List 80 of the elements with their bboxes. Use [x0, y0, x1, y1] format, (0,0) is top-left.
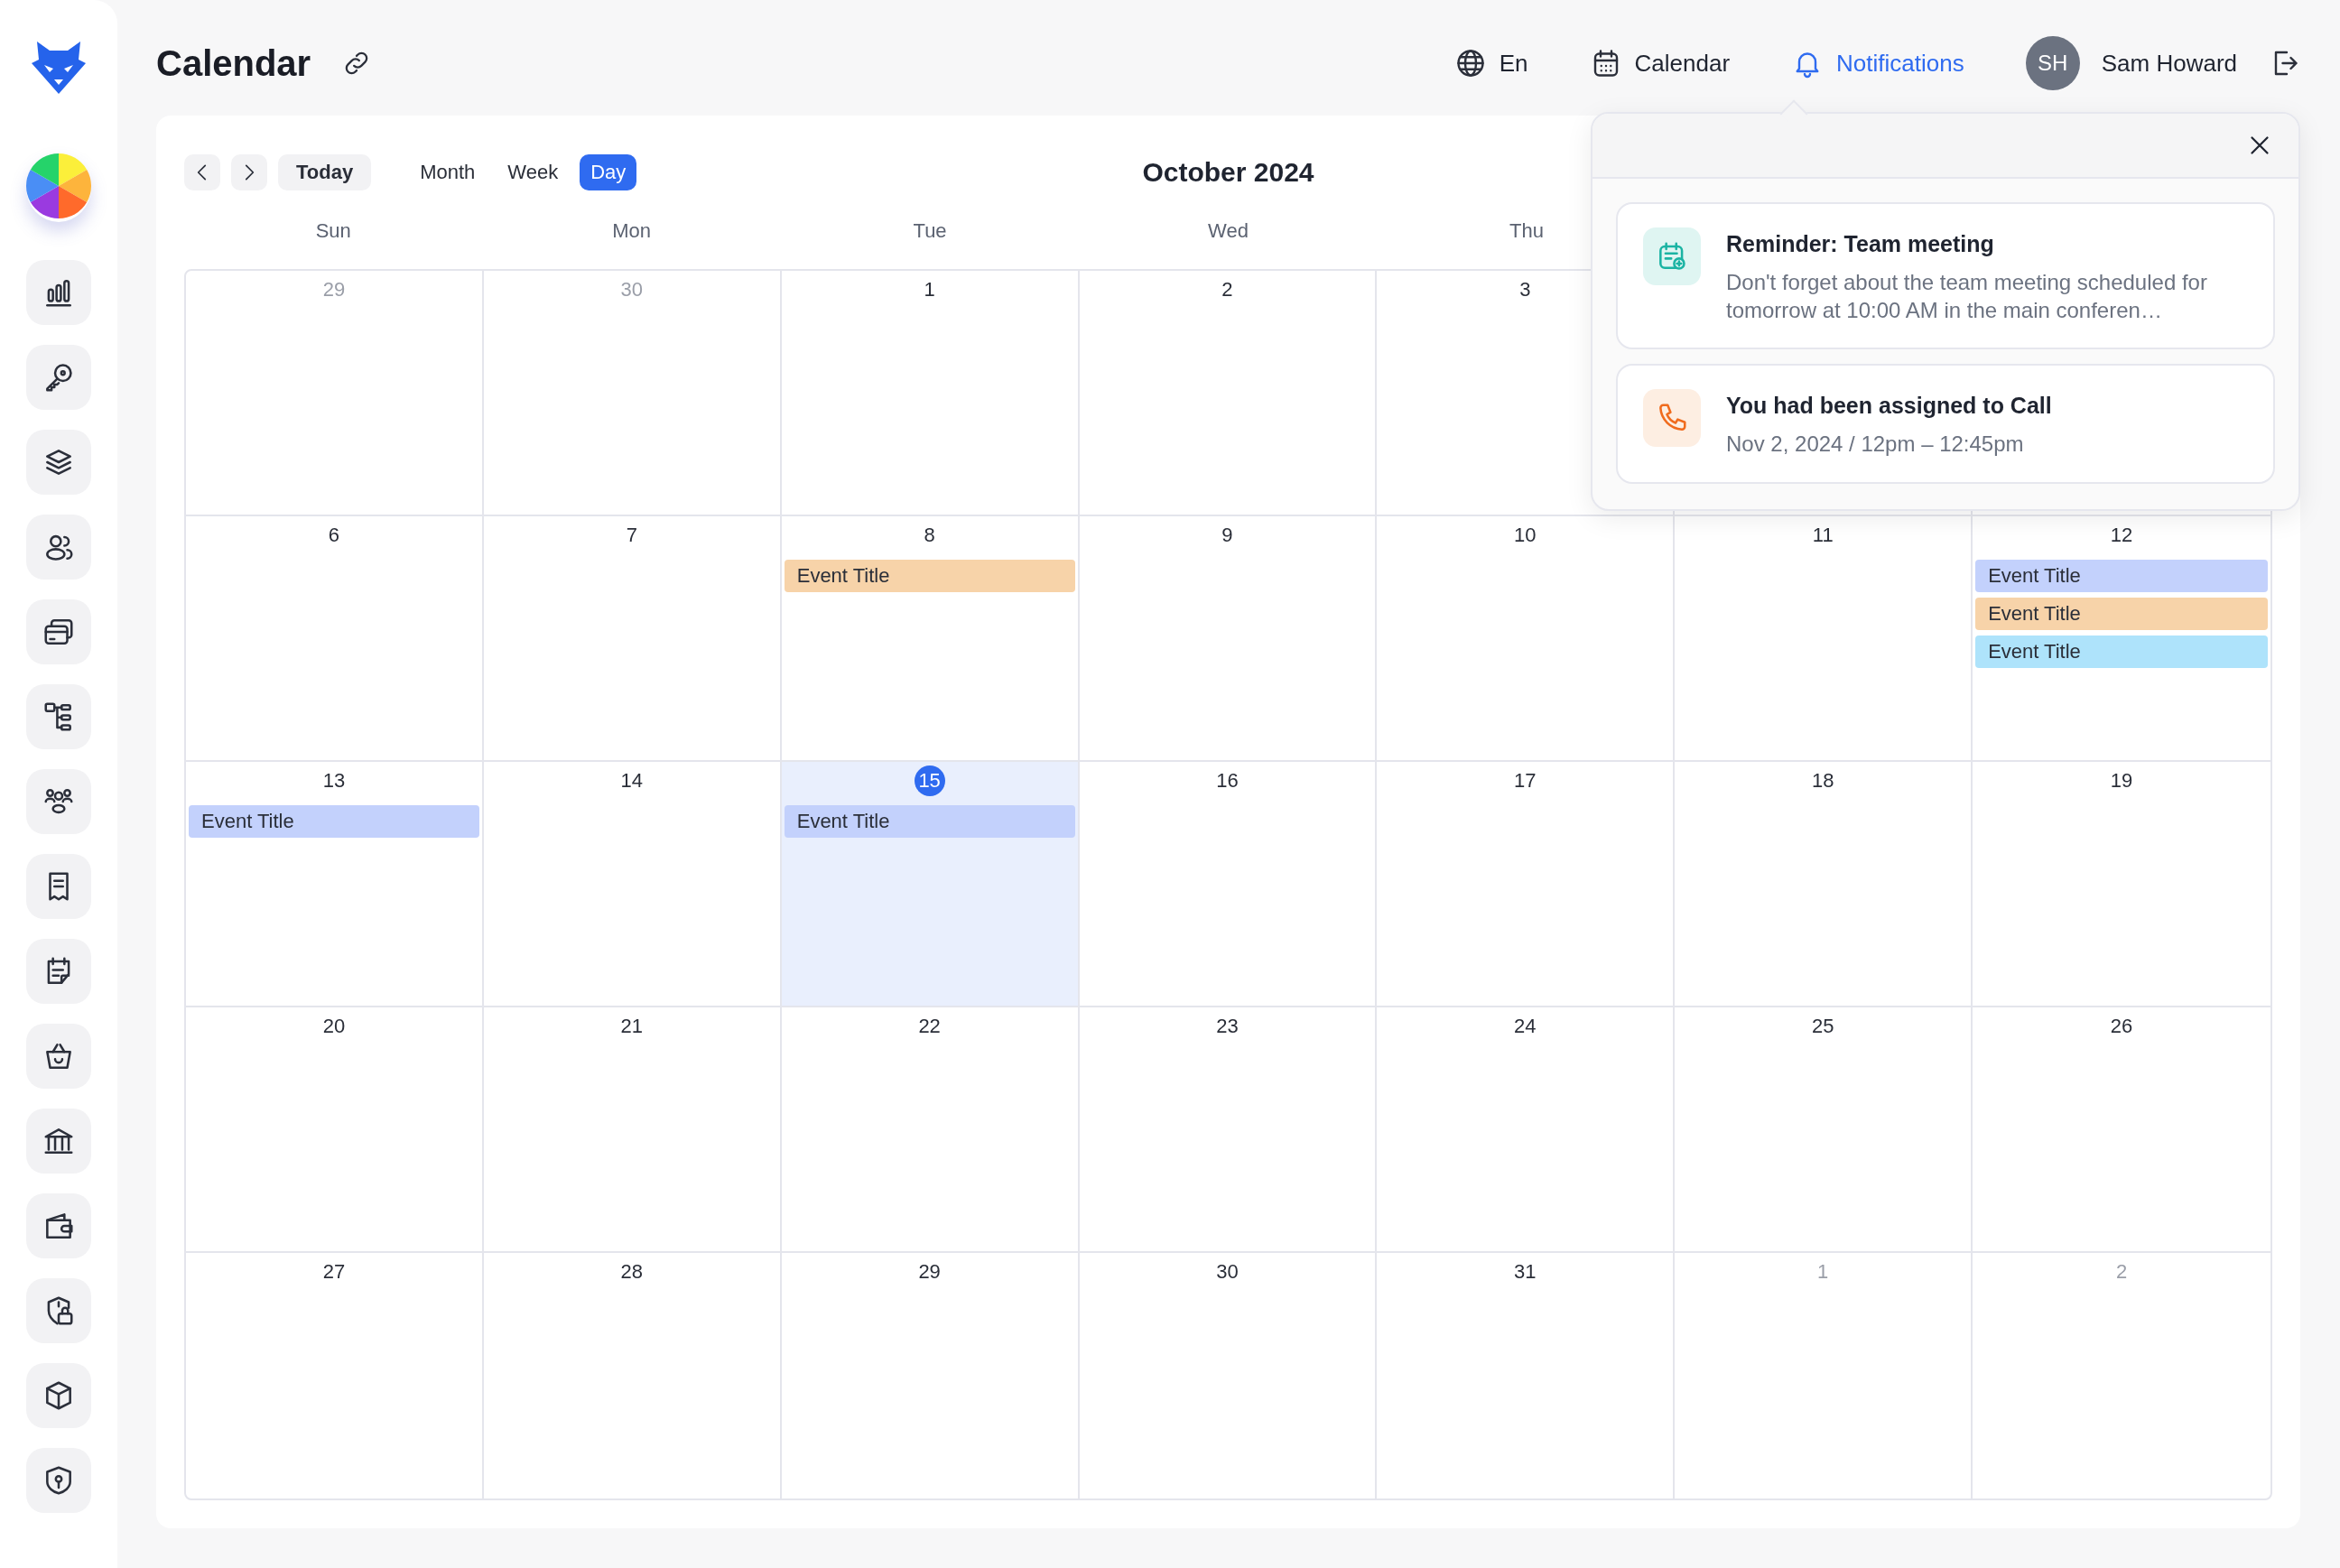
day-number: 16: [1215, 768, 1240, 793]
sidebar-button[interactable]: [26, 1278, 91, 1343]
next-button[interactable]: [231, 154, 267, 190]
day-number: 31: [1513, 1259, 1537, 1285]
nav-link[interactable]: En: [1453, 47, 1528, 79]
day-number: 21: [619, 1014, 644, 1039]
notification-title: You had been assigned to Call: [1726, 393, 2052, 420]
day-number: 7: [625, 523, 638, 548]
notification-text: Don't forget about the team meeting scheduled for tomorrow at 10:00 AM in the main conferen…: [1726, 269, 2208, 325]
user-avatar[interactable]: SH: [2025, 36, 2080, 90]
day-number: 19: [2109, 768, 2134, 793]
day-number: 28: [619, 1259, 644, 1285]
day-number: 29: [321, 277, 347, 302]
sidebar-button[interactable]: [26, 1109, 91, 1174]
period-title: October 2024: [1142, 157, 1314, 187]
day-number: 14: [619, 768, 644, 793]
day-number: 24: [1513, 1014, 1537, 1039]
view-tab[interactable]: Week: [497, 154, 570, 190]
day-number: 9: [1221, 523, 1234, 548]
day-number: 17: [1513, 768, 1537, 793]
color-wheel-icon[interactable]: [26, 153, 91, 218]
day-number: 25: [1810, 1014, 1835, 1039]
notification-card[interactable]: Reminder: Team meeting Don't forget about the team meeting scheduled for tomorrow at 10:00 AM in the main conferen…: [1616, 202, 2275, 350]
sidebar-button[interactable]: [26, 345, 91, 410]
day-number: 23: [1215, 1014, 1240, 1039]
nav-link[interactable]: Calendar: [1589, 47, 1731, 79]
day-number: 18: [1810, 768, 1835, 793]
sidebar-button[interactable]: [26, 430, 91, 495]
sidebar-button[interactable]: [26, 684, 91, 749]
weekday-label: Thu: [1509, 219, 1544, 242]
day-number: 22: [917, 1014, 942, 1039]
sidebar-button[interactable]: [26, 260, 91, 325]
event-chip[interactable]: Event Title: [784, 805, 1075, 838]
event-chip[interactable]: Event Title: [784, 560, 1075, 592]
day-number: 2: [2114, 1259, 2129, 1285]
event-chip[interactable]: Event Title: [1975, 598, 2268, 630]
sidebar-button[interactable]: [26, 769, 91, 834]
weekday-label: Wed: [1208, 219, 1249, 242]
previous-button[interactable]: [184, 154, 220, 190]
day-number: 2: [1221, 277, 1234, 302]
day-number: 20: [321, 1014, 347, 1039]
event-chip[interactable]: Event Title: [1975, 636, 2268, 668]
notification-card[interactable]: You had been assigned to Call Nov 2, 2024 / 12pm – 12:45pm: [1616, 364, 2275, 484]
weekday-label: Mon: [612, 219, 652, 242]
day-number: 30: [1215, 1259, 1240, 1285]
day-number: 26: [2109, 1014, 2134, 1039]
day-number: 15: [914, 765, 945, 796]
user-name: Sam Howard: [2101, 49, 2237, 78]
day-number: 12: [2109, 523, 2134, 548]
day-number: 3: [1518, 277, 1532, 302]
sidebar-button[interactable]: [26, 1193, 91, 1258]
nav-link[interactable]: Notifications: [1791, 47, 1964, 79]
day-number: 11: [1811, 523, 1834, 548]
sidebar-button[interactable]: [26, 854, 91, 919]
day-number: 10: [1513, 523, 1537, 548]
day-number: 13: [321, 768, 347, 793]
weekday-label: Sun: [315, 219, 351, 242]
day-number: 30: [619, 277, 644, 302]
event-chip[interactable]: Event Title: [189, 805, 479, 838]
view-tab[interactable]: Day: [580, 154, 637, 190]
sidebar-button[interactable]: [26, 599, 91, 664]
day-cell[interactable]: 15 Event Title: [781, 762, 1080, 1007]
day-number: 1: [923, 277, 936, 302]
sidebar-button[interactable]: [26, 1363, 91, 1428]
day-number: 8: [923, 523, 936, 548]
today-button[interactable]: Today: [278, 154, 372, 190]
day-number: 27: [321, 1259, 347, 1285]
view-tab[interactable]: Month: [409, 154, 487, 190]
day-number: 29: [917, 1259, 942, 1285]
event-chip[interactable]: Event Title: [1975, 560, 2268, 592]
notification-text: Nov 2, 2024 / 12pm – 12:45pm: [1726, 431, 2025, 459]
page-title: Calendar: [156, 42, 311, 84]
notification-title: Reminder: Team meeting: [1726, 231, 1995, 257]
day-number: 6: [327, 523, 341, 548]
sidebar-button[interactable]: [26, 515, 91, 580]
sidebar-button[interactable]: [26, 939, 91, 1004]
day-number: 1: [1816, 1259, 1830, 1285]
sidebar-button[interactable]: [26, 1024, 91, 1089]
weekday-label: Tue: [913, 219, 947, 242]
sidebar-button[interactable]: [26, 1448, 91, 1513]
